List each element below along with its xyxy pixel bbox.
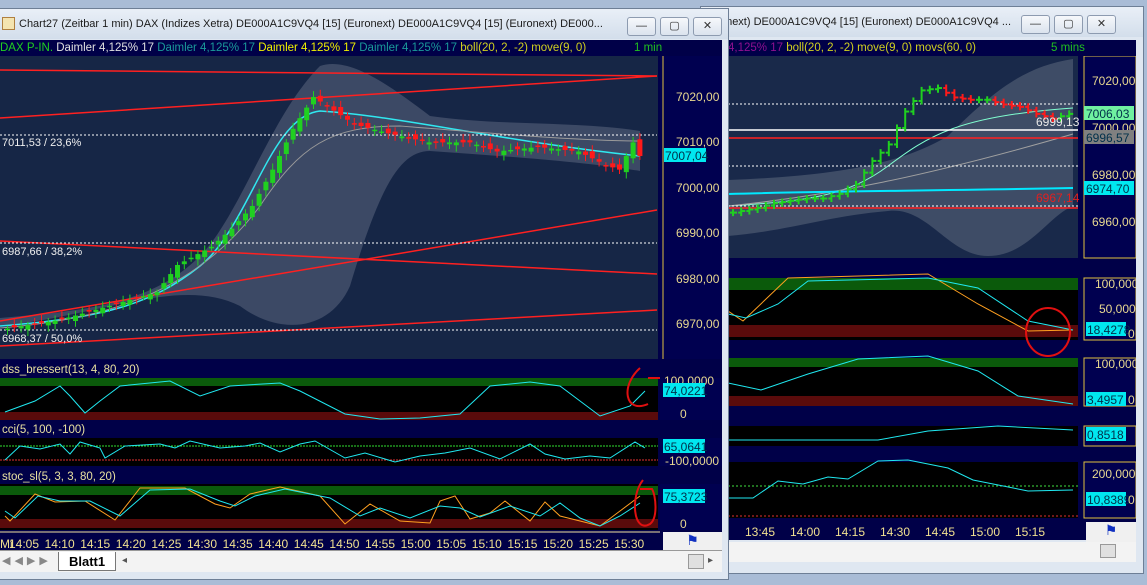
time-label: 14:45 [925,525,955,539]
back-timeframe: 5 mins [1051,40,1085,56]
close-button[interactable]: ✕ [1087,15,1116,34]
fib-label: 6987,66 / 38,2% [2,246,82,258]
sheet-tab-bar: ◀◀▶▶ Blatt1 ◂ ▸ [0,550,722,572]
axis-label: 7020,00 [1092,74,1136,88]
time-label: 15:15 [1015,525,1045,539]
front-timeframe: 1 min [634,40,662,56]
extra-value: 10,8389 [1087,493,1131,507]
scrollbar-thumb[interactable] [688,554,704,569]
axis-label: 7020,00 [676,90,720,104]
axis-label: 6980,00 [676,272,720,286]
legend-item: DAX P-IN. [0,42,53,54]
minimize-button[interactable]: — [627,17,656,36]
axis-label: 0 [1128,393,1135,407]
time-label: 14:45 [294,537,324,550]
price-box-green-text: 7006,03 [1086,107,1130,121]
axis-label: 100,0000 [1095,357,1136,371]
legend-item: Daimler 4,125% 17 [154,42,255,54]
sheet-nav-arrows[interactable]: ◀◀▶▶ [2,554,52,567]
time-label: 15:15 [507,537,537,550]
axis-label: 200,0000 [1092,467,1136,481]
time-label: 13:45 [745,525,775,539]
price-box-gray-text: 6996,57 [1086,131,1130,145]
current-price: 7007,04 [665,149,709,163]
axis-label: 0 [680,407,687,421]
time-label: 14:55 [365,537,395,550]
time-label: 14:25 [151,537,181,550]
sheet-tab-blatt1[interactable]: Blatt1 [58,552,116,571]
scroll-left-icon[interactable]: ◂ [122,555,127,566]
time-label: 14:15 [80,537,110,550]
cci-label: cci(5, 100, -100) [2,424,85,436]
fib-label: 7011,53 / 23,6% [2,137,82,149]
front-legend: DAX P-IN. Daimler 4,125% 17 Daimler 4,12… [0,40,586,56]
flag-icon[interactable]: ⚑ [663,532,722,550]
cci-value: 65,0641 [664,440,708,454]
axis-label: 6980,00 [1092,168,1136,182]
minimize-button[interactable]: — [1021,15,1050,34]
axis-label: 6970,00 [676,317,720,331]
time-label: 15:10 [472,537,502,550]
scrollbar-thumb[interactable] [1100,544,1116,558]
close-button[interactable]: ✕ [693,17,722,36]
time-label: 15:25 [579,537,609,550]
stoc-label: stoc_sl(5, 3, 3, 80, 20) [2,471,116,483]
axis-label: 7010,00 [676,135,720,149]
maximize-button[interactable]: ▢ [1054,15,1083,34]
fib-label: 6968,37 / 50,0% [2,333,82,345]
time-label: 15:00 [970,525,1000,539]
time-label: 14:35 [223,537,253,550]
time-label: 14:40 [258,537,288,550]
axis-label: 0 [680,517,687,531]
front-window-title: Chart27 (Zeitbar 1 min) DAX (Indizes Xet… [19,18,603,30]
stoc-value: 75,3723 [664,490,708,504]
time-label: 14:10 [45,537,75,550]
legend-item: Daimler 4,125% 17 [356,42,457,54]
time-label: 15:00 [401,537,431,550]
back-title-bar[interactable]: tes Xetra) DE000A1C9VQ4 [15] (Euronext) … [701,7,1143,37]
price-box-cyan-text: 6974,70 [1086,182,1130,196]
level-label-white: 6999,13 [1036,115,1080,129]
time-label: 14:50 [329,537,359,550]
axis-label: 6990,00 [676,226,720,240]
level-label-red: 6967,14 [1036,191,1080,205]
legend-item: Daimler 4,125% 17 [255,42,356,54]
time-label: 14:30 [187,537,217,550]
time-label: 14:05 [9,537,39,550]
scroll-right-icon[interactable]: ▸ [708,555,713,566]
front-chart-svg: 7011,53 / 23,6% 6987,66 / 38,2% 6968,37 … [0,56,722,550]
cci-value: 0,8518 [1087,428,1124,442]
axis-label: 50,0000 [1099,302,1136,316]
dss-value: 3,4957 [1087,393,1124,407]
legend-item: boll(20, 2, -2) move(9, 0) [457,42,586,54]
front-title-bar[interactable]: Chart27 (Zeitbar 1 min) DAX (Indizes Xet… [0,9,728,39]
front-cci-pane[interactable] [0,438,658,466]
stoch-value: 18,4278 [1087,323,1131,337]
time-label: 15:20 [543,537,573,550]
axis-label: -100,0000 [665,454,719,468]
time-label: 14:00 [790,525,820,539]
axis-label: 0 [1128,493,1135,507]
axis-label: 7000,00 [676,181,720,195]
maximize-button[interactable]: ▢ [660,17,689,36]
time-label: 15:30 [614,537,644,550]
axis-label: 6960,00 [1092,215,1136,229]
dss-value: 74,0221 [664,384,708,398]
time-label: 14:15 [835,525,865,539]
legend-item: Daimler 4,125% 17 [53,42,154,54]
axis-label: 100,0000 [1095,277,1136,291]
app-icon [2,17,15,30]
time-label: 15:05 [436,537,466,550]
legend-item: 4,125% 17 [728,42,783,54]
legend-item: boll(20, 2, -2) move(9, 0) movs(60, 0) [783,42,976,54]
back-chart-svg: 6999,13 6967,14 7020,00 7000,00 6980,00 … [728,56,1136,540]
back-legend: 4,125% 17 boll(20, 2, -2) move(9, 0) mov… [728,40,976,56]
flag-icon[interactable]: ⚑ [1086,522,1136,542]
back-scroll-area [728,542,1136,562]
dss-label: dss_bressert(13, 4, 80, 20) [2,364,140,376]
axis-label: 0 [1128,327,1135,341]
time-label: 14:30 [880,525,910,539]
time-label: 14:20 [116,537,146,550]
